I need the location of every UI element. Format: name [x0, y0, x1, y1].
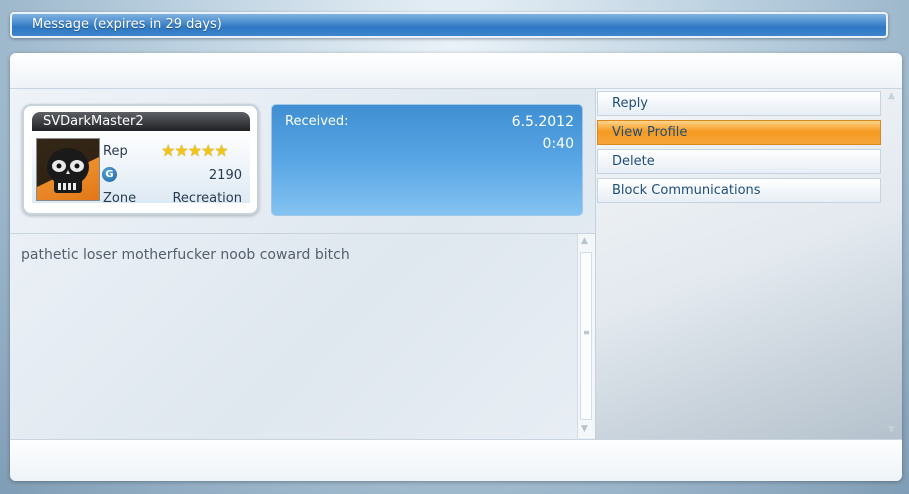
skull-avatar-icon — [36, 138, 100, 201]
block-communications-label: Block Communications — [612, 183, 761, 198]
chevron-down-icon[interactable]: ▼ — [888, 425, 895, 435]
message-area: SVDarkMaster2 Rep ★★★★★ G 2190 Zone Recr… — [10, 89, 595, 439]
reply-label: Reply — [612, 96, 649, 111]
chevron-down-icon[interactable]: ▼ — [581, 424, 588, 434]
zone-value: Recreation — [172, 191, 242, 206]
gamertag: SVDarkMaster2 — [43, 114, 144, 129]
received-date: 6.5.2012 — [511, 114, 574, 130]
divider — [10, 233, 595, 234]
title-bar: Message (expires in 29 days) — [10, 12, 888, 38]
message-panel: SVDarkMaster2 Rep ★★★★★ G 2190 Zone Recr… — [10, 53, 902, 481]
view-profile-label: View Profile — [612, 125, 688, 140]
zone-label: Zone — [103, 191, 137, 206]
view-profile-button[interactable]: View Profile — [597, 120, 881, 145]
gamerscore-value: 2190 — [208, 168, 242, 183]
gamer-card-header: SVDarkMaster2 — [32, 112, 250, 131]
scroll-thumb[interactable]: ≡ — [580, 252, 592, 420]
received-time: 0:40 — [542, 136, 574, 152]
bottom-band — [10, 439, 902, 481]
message-body: pathetic loser motherfucker noob coward … — [21, 247, 350, 263]
top-band — [10, 53, 902, 89]
received-box: Received: 6.5.2012 0:40 — [271, 104, 583, 216]
grip-icon: ≡ — [583, 328, 590, 337]
gamer-card-body: Rep ★★★★★ G 2190 Zone Recreation — [32, 131, 250, 206]
received-label: Received: — [285, 114, 349, 129]
delete-button[interactable]: Delete — [597, 149, 881, 174]
actions-scrollbar[interactable]: ▲ ▼ — [885, 89, 902, 439]
message-scrollbar[interactable]: ▲ ≡ ▼ — [577, 234, 595, 438]
block-communications-button[interactable]: Block Communications — [597, 178, 881, 203]
chevron-up-icon[interactable]: ▲ — [888, 91, 895, 101]
rep-stars: ★★★★★ — [161, 141, 229, 160]
reply-button[interactable]: Reply — [597, 91, 881, 116]
delete-label: Delete — [612, 154, 655, 169]
gamerscore-icon: G — [102, 167, 117, 182]
gamer-card[interactable]: SVDarkMaster2 Rep ★★★★★ G 2190 Zone Recr… — [22, 104, 259, 215]
window-title: Message (expires in 29 days) — [32, 17, 222, 32]
chevron-up-icon[interactable]: ▲ — [581, 236, 588, 246]
rep-label: Rep — [103, 144, 128, 159]
